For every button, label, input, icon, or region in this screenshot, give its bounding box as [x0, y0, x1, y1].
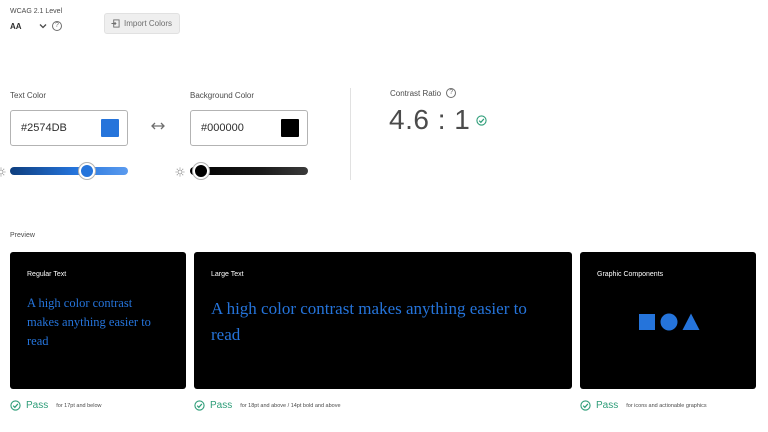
preview-label: Preview: [10, 232, 35, 239]
pass-note: for 18pt and above / 14pt bold and above: [240, 402, 341, 409]
preview-card-large-text: Large Text A high color contrast makes a…: [194, 252, 572, 389]
import-icon: [111, 19, 120, 28]
text-color-label: Text Color: [10, 91, 47, 100]
check-circle-icon: [580, 400, 591, 411]
pass-status: Pass: [26, 400, 49, 411]
pass-note: for 17pt and below: [56, 402, 102, 409]
contrast-ratio-label: Contrast Ratio: [390, 88, 442, 98]
card-title: Large Text: [211, 271, 244, 278]
check-circle-icon: [194, 400, 205, 411]
pass-status: Pass: [596, 400, 619, 411]
triangle-shape: [682, 313, 700, 330]
contrast-ratio-display: 4.6 : 1: [389, 104, 487, 136]
help-icon[interactable]: ?: [52, 21, 62, 31]
pass-large-text: Pass for 18pt and above / 14pt bold and …: [194, 400, 341, 411]
contrast-ratio-header: Contrast Ratio ?: [390, 88, 457, 98]
background-slider-thumb[interactable]: [193, 163, 209, 179]
section-divider: [350, 88, 351, 180]
card-title: Graphic Components: [597, 271, 664, 278]
contrast-ratio-value: 4.6 : 1: [389, 104, 471, 135]
background-color-brightness-slider[interactable]: [190, 163, 308, 179]
text-color-brightness-slider[interactable]: [10, 163, 128, 179]
preview-card-graphic-components: Graphic Components: [580, 252, 756, 389]
swap-colors-icon[interactable]: [151, 120, 165, 132]
brightness-icon: [0, 167, 6, 177]
wcag-level-label: WCAG 2.1 Level: [10, 8, 63, 15]
help-icon[interactable]: ?: [446, 88, 457, 98]
import-colors-label: Import Colors: [124, 19, 173, 28]
graphic-shapes: [639, 313, 700, 331]
text-slider-thumb[interactable]: [79, 163, 95, 179]
pass-regular-text: Pass for 17pt and below: [10, 400, 102, 411]
text-color-field[interactable]: #2574DB: [10, 110, 128, 146]
square-shape: [639, 314, 655, 330]
regular-text-sample: A high color contrast makes anything eas…: [27, 296, 151, 348]
card-title: Regular Text: [27, 271, 67, 278]
text-color-value: #2574DB: [21, 122, 67, 134]
wcag-level-select[interactable]: AA ?: [10, 21, 62, 31]
chevron-down-icon: [39, 24, 47, 29]
background-color-value: #000000: [201, 122, 244, 134]
pass-graphic-components: Pass for icons and actionable graphics: [580, 400, 707, 411]
brightness-icon: [175, 167, 185, 177]
pass-note: for icons and actionable graphics: [626, 402, 707, 409]
background-color-label: Background Color: [190, 91, 255, 100]
wcag-level-value: AA: [10, 21, 22, 31]
text-color-swatch[interactable]: [101, 119, 119, 137]
pass-status: Pass: [210, 400, 233, 411]
background-color-swatch[interactable]: [281, 119, 299, 137]
circle-shape: [660, 313, 678, 331]
background-color-field[interactable]: #000000: [190, 110, 308, 146]
check-circle-icon: [476, 114, 487, 126]
check-circle-icon: [10, 400, 21, 411]
large-text-sample: A high color contrast makes anything eas…: [211, 299, 527, 344]
import-colors-button[interactable]: Import Colors: [104, 13, 180, 34]
preview-card-regular-text: Regular Text A high color contrast makes…: [10, 252, 186, 389]
